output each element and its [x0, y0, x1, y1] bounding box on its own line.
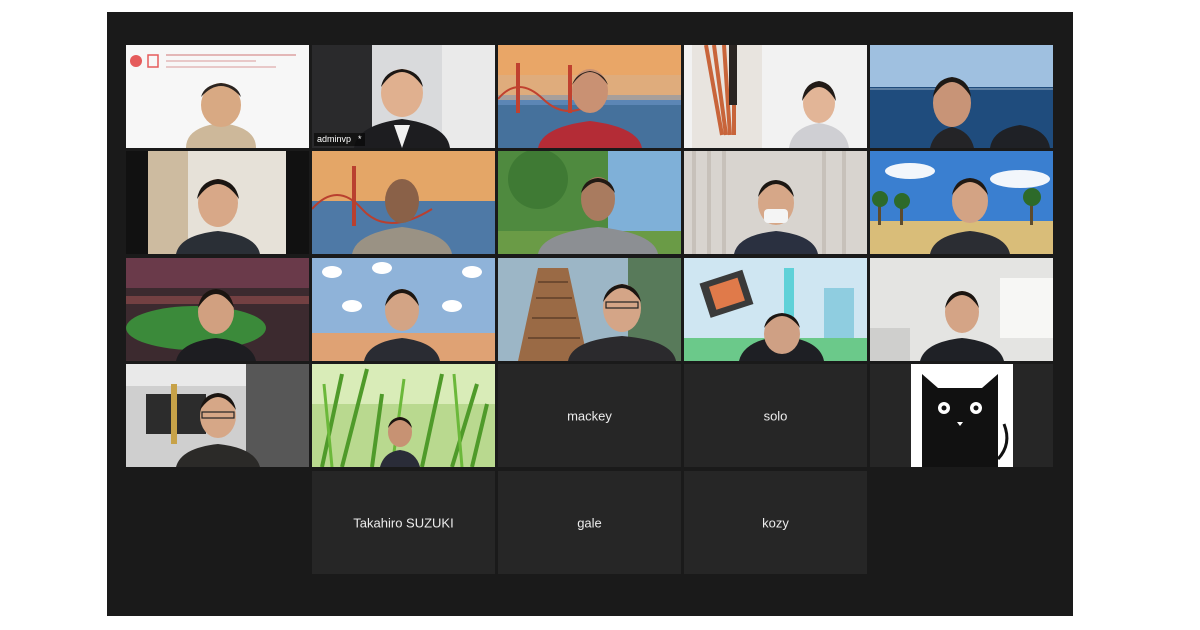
participant-video-tile[interactable] [126, 151, 309, 254]
participant-video-tile[interactable] [684, 151, 867, 254]
participant-video-tile[interactable] [312, 364, 495, 467]
participant-name: gale [577, 515, 602, 530]
participant-video-feed [126, 45, 309, 148]
participant-name: solo [763, 408, 788, 423]
participant-video-feed [684, 151, 867, 254]
participant-video-feed [126, 364, 309, 467]
participant-tile-camera-off[interactable]: kozy [684, 471, 867, 574]
participant-name: mackey [567, 408, 612, 423]
participant-video-tile[interactable] [498, 258, 681, 361]
participant-name: kozy [762, 515, 789, 530]
participant-video-feed [498, 45, 681, 148]
participant-video-feed [498, 151, 681, 254]
cat-avatar-icon [870, 364, 1053, 467]
participant-name: Takahiro SUZUKI [353, 515, 454, 530]
participant-tile-camera-off[interactable]: solo [684, 364, 867, 467]
participant-video-tile[interactable] [126, 258, 309, 361]
participant-video-tile[interactable] [126, 45, 309, 148]
participant-video-feed [684, 258, 867, 361]
participant-video-feed [870, 45, 1053, 148]
participant-video-feed [126, 151, 309, 254]
participant-video-feed [126, 258, 309, 361]
participant-video-feed [870, 258, 1053, 361]
participant-video-tile[interactable] [312, 151, 495, 254]
participant-video-tile[interactable] [312, 258, 495, 361]
participant-video-tile[interactable] [870, 45, 1053, 148]
participant-video-feed [684, 45, 867, 148]
participant-video-tile[interactable] [870, 151, 1053, 254]
participant-video-feed [312, 258, 495, 361]
participant-tile-camera-off[interactable]: Takahiro SUZUKI [312, 471, 495, 574]
participant-video-feed [870, 151, 1053, 254]
meeting-window: adminvp * mackey solo Takahiro SUZUKI ga… [107, 12, 1073, 616]
participant-tile-camera-off[interactable]: gale [498, 471, 681, 574]
participant-video-tile[interactable] [684, 258, 867, 361]
participant-video-feed [312, 364, 495, 467]
participant-tile-avatar[interactable] [870, 364, 1053, 467]
participant-video-tile[interactable] [684, 45, 867, 148]
participant-video-tile-active-speaker[interactable]: adminvp * [312, 45, 495, 148]
participant-video-tile[interactable] [870, 258, 1053, 361]
participant-video-feed [312, 151, 495, 254]
participant-tile-camera-off[interactable]: mackey [498, 364, 681, 467]
participant-video-feed [498, 258, 681, 361]
participant-name-tag: adminvp * [314, 133, 365, 146]
participant-video-tile[interactable] [126, 364, 309, 467]
participant-video-tile[interactable] [498, 151, 681, 254]
participant-video-tile[interactable] [498, 45, 681, 148]
